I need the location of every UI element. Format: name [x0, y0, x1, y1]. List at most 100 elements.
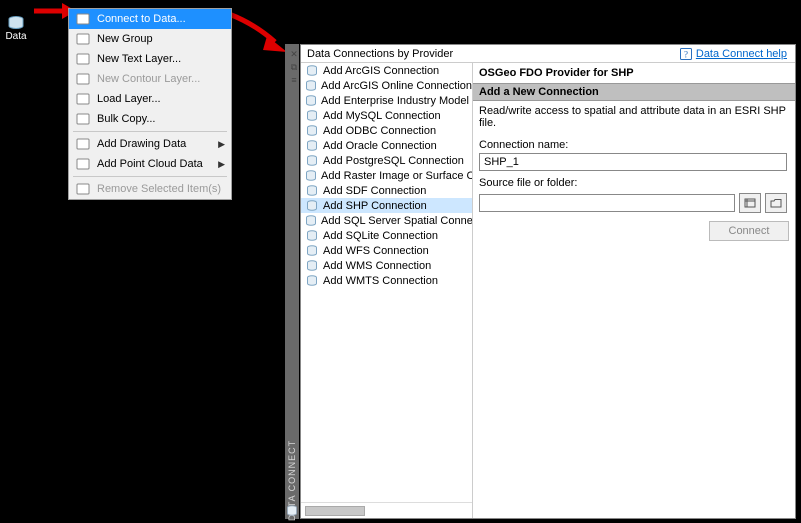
menu-item-icon	[75, 31, 91, 47]
browse-file-button[interactable]	[739, 193, 761, 213]
provider-item-label: Add PostgreSQL Connection	[323, 155, 464, 167]
pin-icon[interactable]: ⧉	[289, 62, 299, 72]
data-connect-help-link[interactable]: Data Connect help	[696, 48, 787, 60]
database-icon	[305, 184, 319, 198]
menu-item-label: New Group	[97, 33, 225, 45]
source-file-input[interactable]	[479, 194, 735, 212]
provider-item-label: Add WMS Connection	[323, 260, 431, 272]
source-file-label: Source file or folder:	[479, 177, 789, 189]
provider-item[interactable]: Add WFS Connection	[301, 243, 472, 258]
database-icon	[286, 505, 298, 517]
database-icon	[305, 109, 319, 123]
menu-item[interactable]: New Group	[69, 29, 231, 49]
data-toolbar-label: Data	[4, 31, 28, 42]
data-context-menu: Connect to Data... New Group New Text Laye…	[68, 8, 232, 200]
provider-item-label: Add ODBC Connection	[323, 125, 436, 137]
provider-item[interactable]: Add SQL Server Spatial Connection	[301, 213, 472, 228]
submenu-arrow-icon: ▶	[218, 139, 225, 150]
horizontal-scrollbar[interactable]	[301, 502, 472, 518]
panel-dock-strip[interactable]: DATA CONNECT	[285, 44, 299, 519]
connection-details-pane: OSGeo FDO Provider for SHP Add a New Con…	[473, 63, 795, 518]
close-icon[interactable]: ✕	[289, 49, 299, 59]
provider-item-label: Add SDF Connection	[323, 185, 426, 197]
section-header: Add a New Connection	[473, 83, 795, 101]
menu-item-icon	[75, 136, 91, 152]
menu-separator	[73, 176, 227, 177]
database-icon	[305, 154, 319, 168]
provider-item[interactable]: Add WMS Connection	[301, 258, 472, 273]
provider-item-label: Add MySQL Connection	[323, 110, 441, 122]
menu-item-label: Load Layer...	[97, 93, 225, 105]
database-icon	[305, 259, 319, 273]
database-icon	[305, 94, 317, 108]
data-connect-panel: Data Connections by Provider ? Data Conn…	[300, 44, 796, 519]
database-icon	[305, 139, 319, 153]
database-icon	[305, 229, 319, 243]
provider-item[interactable]: Add PostgreSQL Connection	[301, 153, 472, 168]
svg-text:?: ?	[684, 49, 688, 59]
data-toolbar-button[interactable]: Data	[4, 16, 28, 46]
provider-item[interactable]: Add ArcGIS Online Connection	[301, 78, 472, 93]
menu-item[interactable]: New Text Layer...	[69, 49, 231, 69]
database-icon	[305, 274, 319, 288]
menu-icon[interactable]: ≡	[289, 75, 299, 85]
menu-item: Remove Selected Item(s)	[69, 179, 231, 199]
menu-item-label: Add Point Cloud Data	[97, 158, 218, 170]
scrollbar-thumb[interactable]	[305, 506, 365, 516]
menu-item-icon	[75, 156, 91, 172]
panel-handle-icons: ✕ ⧉ ≡	[289, 46, 301, 106]
provider-item[interactable]: Add SDF Connection	[301, 183, 472, 198]
provider-item[interactable]: Add SQLite Connection	[301, 228, 472, 243]
provider-item-label: Add ArcGIS Connection	[323, 65, 439, 77]
database-icon	[305, 64, 319, 78]
menu-item-icon	[75, 51, 91, 67]
menu-item[interactable]: Load Layer...	[69, 89, 231, 109]
menu-item[interactable]: Connect to Data...	[69, 9, 231, 29]
connection-name-label: Connection name:	[479, 139, 789, 151]
provider-description: Read/write access to spatial and attribu…	[473, 101, 795, 133]
provider-item[interactable]: Add ODBC Connection	[301, 123, 472, 138]
database-icon	[305, 124, 319, 138]
menu-item-icon	[75, 111, 91, 127]
provider-item[interactable]: Add Enterprise Industry Model Connection	[301, 93, 472, 108]
menu-item-label: Remove Selected Item(s)	[97, 183, 225, 195]
connection-name-input[interactable]	[479, 153, 787, 171]
provider-item[interactable]: Add MySQL Connection	[301, 108, 472, 123]
provider-item[interactable]: Add Raster Image or Surface Connection	[301, 168, 472, 183]
provider-item-label: Add Oracle Connection	[323, 140, 437, 152]
database-icon	[305, 169, 317, 183]
menu-item[interactable]: Add Drawing Data▶	[69, 134, 231, 154]
menu-item-icon	[75, 71, 91, 87]
help-link-wrap: ? Data Connect help	[680, 48, 795, 60]
provider-item[interactable]: Add SHP Connection	[301, 198, 472, 213]
menu-item-label: New Text Layer...	[97, 53, 225, 65]
menu-item-label: New Contour Layer...	[97, 73, 225, 85]
provider-item-label: Add Raster Image or Surface Connection	[321, 170, 472, 182]
provider-item[interactable]: Add Oracle Connection	[301, 138, 472, 153]
help-icon: ?	[680, 48, 692, 60]
provider-item-label: Add SHP Connection	[323, 200, 427, 212]
panel-header: Data Connections by Provider ? Data Conn…	[301, 45, 795, 63]
provider-item[interactable]: Add ArcGIS Connection	[301, 63, 472, 78]
database-icon	[305, 79, 317, 93]
provider-title: OSGeo FDO Provider for SHP	[473, 63, 795, 83]
folder-icon	[770, 198, 782, 208]
provider-item-label: Add ArcGIS Online Connection	[321, 80, 472, 92]
file-icon	[744, 198, 756, 208]
menu-item-icon	[75, 181, 91, 197]
menu-item[interactable]: Add Point Cloud Data▶	[69, 154, 231, 174]
menu-item-label: Bulk Copy...	[97, 113, 225, 125]
database-icon	[7, 16, 25, 30]
provider-item-label: Add WMTS Connection	[323, 275, 438, 287]
provider-item[interactable]: Add WMTS Connection	[301, 273, 472, 288]
connect-button[interactable]: Connect	[709, 221, 789, 241]
browse-folder-button[interactable]	[765, 193, 787, 213]
submenu-arrow-icon: ▶	[218, 159, 225, 170]
provider-item-label: Add WFS Connection	[323, 245, 429, 257]
database-icon	[305, 244, 319, 258]
database-icon	[305, 199, 319, 213]
menu-item-label: Add Drawing Data	[97, 138, 218, 150]
provider-item-label: Add SQLite Connection	[323, 230, 438, 242]
menu-item-icon	[75, 91, 91, 107]
menu-item[interactable]: Bulk Copy...	[69, 109, 231, 129]
